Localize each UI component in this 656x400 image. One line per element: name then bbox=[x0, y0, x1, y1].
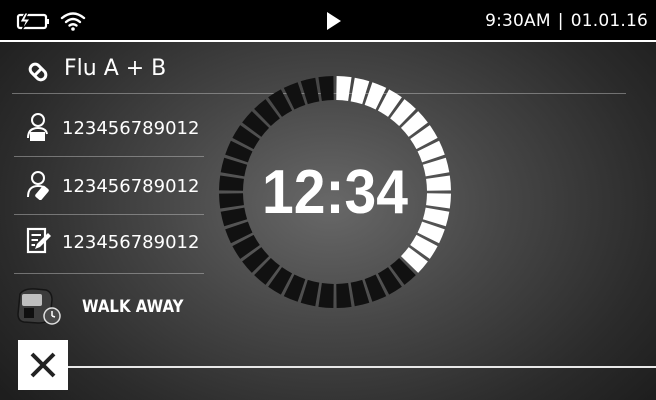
id-divider bbox=[14, 273, 204, 274]
play-icon[interactable] bbox=[326, 12, 342, 35]
order-id: 123456789012 bbox=[62, 232, 200, 253]
timer-display: 12:34 bbox=[262, 157, 408, 227]
status-date: 01.01.16 bbox=[570, 11, 648, 31]
timer: 12:34 bbox=[215, 72, 455, 312]
order-icon bbox=[26, 227, 52, 260]
battery-charging-icon bbox=[16, 11, 52, 36]
order-id-row: 123456789012 bbox=[0, 222, 205, 262]
patient-icon bbox=[26, 112, 52, 147]
patient-id-row: 123456789012 bbox=[0, 108, 205, 148]
walk-away-row: WALK AWAY bbox=[0, 278, 205, 334]
test-name: Flu A + B bbox=[64, 56, 167, 81]
operator-id: 123456789012 bbox=[62, 176, 200, 197]
operator-id-row: 123456789012 bbox=[0, 166, 205, 206]
patient-id: 123456789012 bbox=[62, 118, 200, 139]
swab-icon bbox=[26, 60, 50, 89]
close-button[interactable] bbox=[18, 340, 68, 390]
operator-icon bbox=[26, 170, 54, 205]
status-bar: 9:30AM | 01.01.16 bbox=[0, 0, 656, 42]
wifi-icon bbox=[60, 11, 86, 36]
close-icon[interactable] bbox=[18, 340, 68, 390]
footer-divider bbox=[68, 366, 656, 368]
status-datetime: 9:30AM | 01.01.16 bbox=[485, 11, 648, 31]
status-time: 9:30AM bbox=[485, 11, 551, 31]
walk-away-label: WALK AWAY bbox=[82, 297, 184, 317]
test-name-row: Flu A + B bbox=[0, 52, 205, 92]
id-divider bbox=[14, 214, 204, 215]
device-timer-icon bbox=[14, 284, 64, 331]
id-divider bbox=[14, 156, 204, 157]
status-separator: | bbox=[557, 11, 564, 31]
